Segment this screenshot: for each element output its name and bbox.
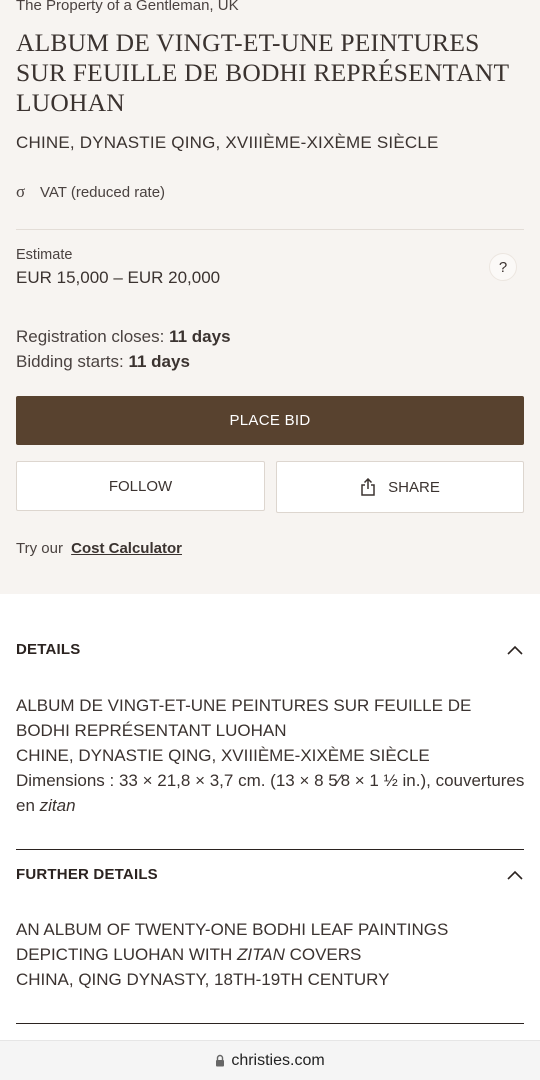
share-button[interactable]: SHARE [276, 461, 524, 513]
lock-icon [216, 1054, 225, 1067]
bidding-value: 11 days [128, 352, 190, 371]
registration-closes: Registration closes: 11 days [16, 324, 231, 349]
further-line-1-italic: ZITAN [237, 945, 285, 964]
section-divider [16, 1023, 524, 1024]
registration-value: 11 days [169, 327, 231, 346]
further-details-header[interactable]: FURTHER DETAILS [16, 866, 524, 883]
browser-url-bar[interactable]: christies.com [0, 1040, 540, 1080]
details-line-2: CHINE, DYNASTIE QING, XVIIIÈME-XIXÈME SI… [16, 746, 430, 765]
divider [16, 229, 524, 230]
bidding-label: Bidding starts: [16, 352, 124, 371]
details-body: ALBUM DE VINGT-ET-UNE PEINTURES SUR FEUI… [16, 693, 526, 818]
details-heading: DETAILS [16, 641, 81, 658]
further-details-heading: FURTHER DETAILS [16, 866, 158, 883]
details-dimensions: Dimensions : 33 × 21,8 × 3,7 cm. (13 × 8… [16, 768, 526, 818]
further-line-2: CHINA, QING DYNASTY, 18TH-19TH CENTURY [16, 970, 390, 989]
share-label: SHARE [388, 478, 440, 496]
auction-timing: Registration closes: 11 days Bidding sta… [16, 324, 231, 374]
further-details-body: AN ALBUM OF TWENTY-ONE BODHI LEAF PAINTI… [16, 917, 526, 992]
chevron-up-icon[interactable] [506, 869, 524, 881]
lot-subtitle: CHINE, DYNASTIE QING, XVIIIÈME-XIXÈME SI… [16, 133, 439, 152]
lot-title: ALBUM DE VINGT-ET-UNE PEINTURES SUR FEUI… [16, 28, 509, 117]
help-icon[interactable]: ? [489, 253, 517, 281]
dimensions-text: Dimensions : 33 × 21,8 × 3,7 cm. (13 × 8… [16, 771, 525, 815]
lot-summary-panel: The Property of a Gentleman, UK ALBUM DE… [0, 0, 540, 594]
vat-symbol-icon: σ [16, 182, 26, 201]
cost-calculator-prompt: Try our Cost Calculator [16, 540, 182, 557]
chevron-up-icon[interactable] [506, 644, 524, 656]
registration-label: Registration closes: [16, 327, 165, 346]
further-line-1: AN ALBUM OF TWENTY-ONE BODHI LEAF PAINTI… [16, 917, 526, 967]
url-text: christies.com [231, 1051, 325, 1069]
provenance-text: The Property of a Gentleman, UK [16, 0, 239, 14]
vat-info: σ VAT (reduced rate) [16, 182, 165, 202]
vat-label: VAT (reduced rate) [40, 183, 166, 201]
further-line-1-post: COVERS [284, 945, 362, 964]
bidding-starts: Bidding starts: 11 days [16, 349, 231, 374]
details-line-1: ALBUM DE VINGT-ET-UNE PEINTURES SUR FEUI… [16, 696, 472, 740]
further-line-1-pre: AN ALBUM OF TWENTY-ONE BODHI LEAF PAINTI… [16, 920, 449, 964]
share-icon [361, 478, 375, 496]
place-bid-button[interactable]: PLACE BID [16, 396, 524, 445]
follow-button[interactable]: FOLLOW [16, 461, 265, 511]
estimate-value: EUR 15,000 – EUR 20,000 [16, 268, 221, 287]
section-divider [16, 849, 524, 850]
dimensions-italic: zitan [39, 796, 76, 815]
details-header[interactable]: DETAILS [16, 641, 524, 658]
estimate-label: Estimate [16, 247, 73, 263]
calc-prefix: Try our [16, 540, 63, 557]
cost-calculator-link[interactable]: Cost Calculator [71, 540, 182, 557]
